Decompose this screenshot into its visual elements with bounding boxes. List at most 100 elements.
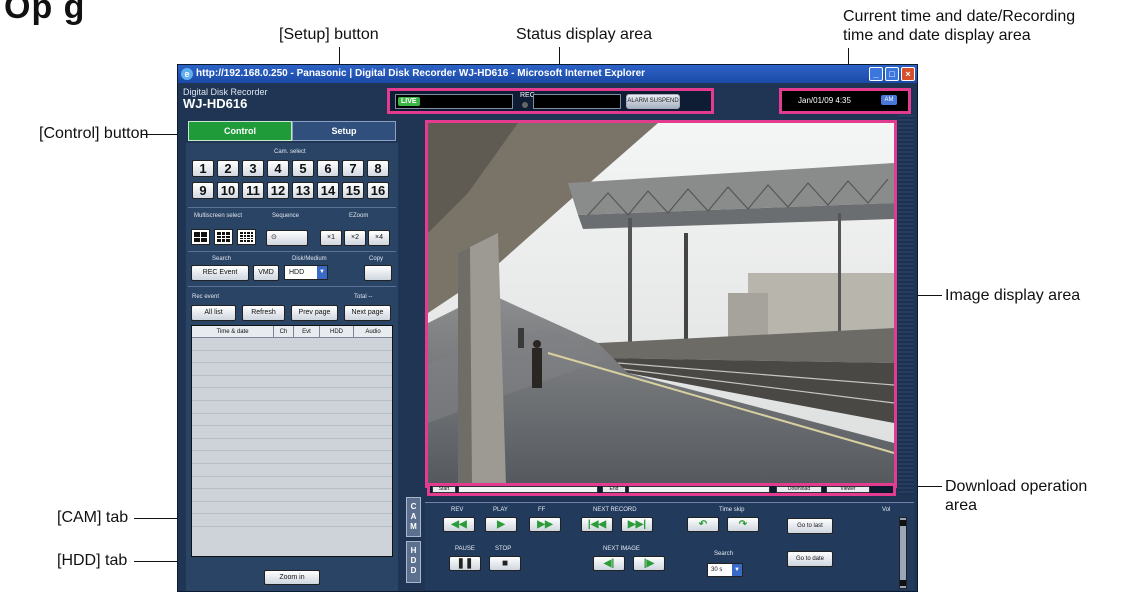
close-button[interactable]: × <box>901 67 915 81</box>
status-box-message <box>533 94 621 109</box>
go-to-date-button[interactable]: Go to date <box>787 551 833 567</box>
ie-icon: e <box>181 68 193 80</box>
start-time-field[interactable] <box>458 486 598 493</box>
camera-button-16[interactable]: 16 <box>367 182 389 199</box>
prev-record-button[interactable]: |◀◀ <box>581 517 613 532</box>
cam-tab[interactable]: CAM <box>406 497 421 537</box>
rec-indicator-icon <box>522 102 528 108</box>
table-row[interactable] <box>192 401 392 414</box>
alarm-suspend-button[interactable]: ALARM SUSPEND <box>626 94 680 109</box>
hdd-tab[interactable]: HDD <box>406 541 421 583</box>
pause-button[interactable]: ❚❚ <box>449 556 481 571</box>
ezoom-label: EZoom <box>349 213 369 219</box>
camera-button-8[interactable]: 8 <box>367 160 389 177</box>
table-row[interactable] <box>192 426 392 439</box>
table-row[interactable] <box>192 376 392 389</box>
play-button[interactable]: ▶ <box>485 517 517 532</box>
camera-button-9[interactable]: 9 <box>192 182 214 199</box>
zoom-in-button[interactable]: Zoom in <box>264 570 320 585</box>
multiscreen-16-icon[interactable] <box>237 229 256 245</box>
ezoom-x2-button[interactable]: ×2 <box>344 230 366 246</box>
prev-page-button[interactable]: Prev page <box>291 305 338 321</box>
next-page-button[interactable]: Next page <box>344 305 391 321</box>
camera-button-1[interactable]: 1 <box>192 160 214 177</box>
table-row[interactable] <box>192 464 392 477</box>
start-button[interactable]: Start <box>432 486 456 493</box>
rec-event-search-button[interactable]: REC Event <box>191 265 249 281</box>
chevron-down-icon: ▼ <box>732 564 742 576</box>
camera-button-11[interactable]: 11 <box>242 182 264 199</box>
copy-label: Copy <box>369 256 384 262</box>
table-row[interactable] <box>192 489 392 502</box>
time-skip-select[interactable]: 30 s ▼ <box>707 563 743 577</box>
ff-button[interactable]: ▶▶ <box>529 517 561 532</box>
download-button[interactable]: Download <box>776 486 822 493</box>
all-list-button[interactable]: All list <box>191 305 236 321</box>
image-display-area[interactable] <box>425 120 897 488</box>
table-row[interactable] <box>192 439 392 452</box>
camera-button-6[interactable]: 6 <box>317 160 339 177</box>
control-panel: Cam. select 1 2 3 4 5 6 7 8 9 10 11 12 1… <box>186 143 398 591</box>
sequence-button[interactable]: ⊙ <box>266 230 308 246</box>
setup-button[interactable]: Setup <box>292 121 396 141</box>
camera-button-5[interactable]: 5 <box>292 160 314 177</box>
sequence-label: Sequence <box>272 213 300 219</box>
camera-button-3[interactable]: 3 <box>242 160 264 177</box>
next-record-button[interactable]: ▶▶| <box>621 517 653 532</box>
prev-image-button[interactable]: ◀| <box>593 556 625 571</box>
next-image-button[interactable]: |▶ <box>633 556 665 571</box>
rev-button[interactable]: ◀◀ <box>443 517 475 532</box>
vol-label: Vol <box>882 507 891 513</box>
table-row[interactable] <box>192 451 392 464</box>
viewer-button[interactable]: Viewer <box>826 486 870 493</box>
minimize-button[interactable]: _ <box>869 67 883 81</box>
camera-buttons: 1 2 3 4 5 6 7 8 9 10 11 12 13 14 15 16 <box>192 160 396 199</box>
table-row[interactable] <box>192 514 392 527</box>
multiscreen-9-icon[interactable] <box>214 229 233 245</box>
ezoom-x1-button[interactable]: ×1 <box>320 230 342 246</box>
go-to-last-button[interactable]: Go to last <box>787 518 833 534</box>
table-row[interactable] <box>192 414 392 427</box>
callout-setup-button: [Setup] button <box>279 26 379 43</box>
maximize-button[interactable]: □ <box>885 67 899 81</box>
current-time: Jan/01/09 4:35 <box>798 96 851 105</box>
table-row[interactable] <box>192 477 392 490</box>
camera-button-15[interactable]: 15 <box>342 182 364 199</box>
volume-slider[interactable] <box>899 517 907 589</box>
table-row[interactable] <box>192 502 392 515</box>
table-row[interactable] <box>192 338 392 351</box>
end-time-field[interactable] <box>628 486 770 493</box>
refresh-button[interactable]: Refresh <box>242 305 285 321</box>
camera-button-14[interactable]: 14 <box>317 182 339 199</box>
ezoom-x4-button[interactable]: ×4 <box>368 230 390 246</box>
table-row[interactable] <box>192 351 392 364</box>
callout-hdd-tab: [HDD] tab <box>57 552 128 569</box>
camera-image <box>428 123 894 485</box>
camera-button-7[interactable]: 7 <box>342 160 364 177</box>
pause-label: PAUSE <box>455 546 475 552</box>
browser-window: e http://192.168.0.250 - Panasonic | Dig… <box>177 64 918 592</box>
multiscreen-4-icon[interactable] <box>191 229 210 245</box>
disk-medium-select[interactable]: HDD ▼ <box>284 265 328 280</box>
skip-back-button[interactable]: ↶ <box>687 517 719 532</box>
column-header: HDD <box>320 326 354 337</box>
time-display-area: Jan/01/09 4:35 AM <box>779 88 911 114</box>
am-badge: AM <box>881 95 897 105</box>
camera-button-4[interactable]: 4 <box>267 160 289 177</box>
rec-event-label: Rec event <box>192 294 220 300</box>
event-table-header: Time & date Ch Evt HDD Audio <box>192 326 392 338</box>
copy-button[interactable] <box>364 265 392 281</box>
end-button[interactable]: End <box>602 486 626 493</box>
table-row[interactable] <box>192 388 392 401</box>
camera-button-10[interactable]: 10 <box>217 182 239 199</box>
camera-button-13[interactable]: 13 <box>292 182 314 199</box>
time-skip-value: 30 s <box>711 567 723 573</box>
vmd-search-button[interactable]: VMD <box>253 265 279 281</box>
skip-forward-button[interactable]: ↷ <box>727 517 759 532</box>
multiscreen-label: Multiscreen select <box>194 213 243 219</box>
table-row[interactable] <box>192 363 392 376</box>
stop-button[interactable]: ■ <box>489 556 521 571</box>
camera-button-2[interactable]: 2 <box>217 160 239 177</box>
control-button[interactable]: Control <box>188 121 292 141</box>
camera-button-12[interactable]: 12 <box>267 182 289 199</box>
